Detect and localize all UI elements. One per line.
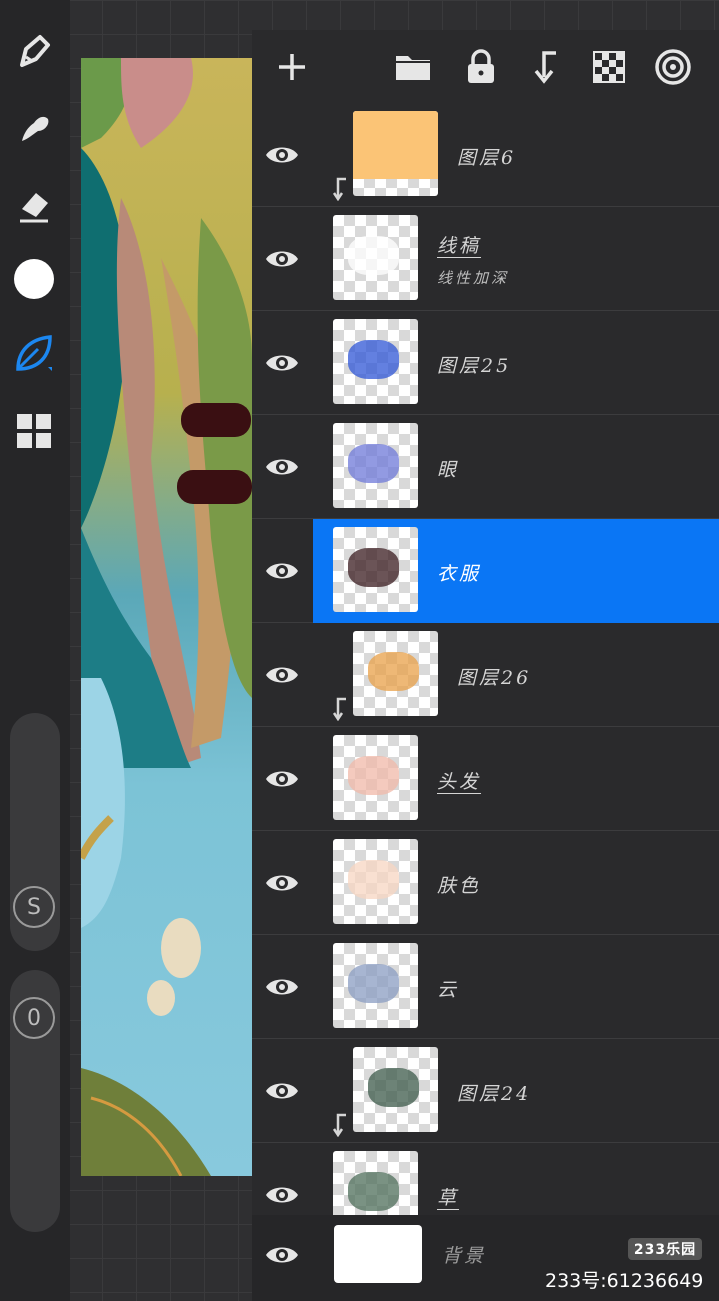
- visibility-eye-icon[interactable]: [264, 449, 300, 485]
- layer-thumbnail-content: [348, 340, 400, 379]
- merge-down-icon[interactable]: [522, 44, 568, 90]
- layer-thumbnail[interactable]: [333, 527, 418, 612]
- clipping-mask-arrow-icon: [332, 697, 346, 721]
- layer-name: 图层26: [457, 667, 532, 689]
- clipping-mask-arrow-icon: [332, 177, 346, 201]
- layer-row[interactable]: 头发: [252, 727, 719, 831]
- smudge-icon[interactable]: [11, 104, 57, 150]
- layer-thumbnail[interactable]: [333, 943, 418, 1028]
- layer-name: 草: [437, 1187, 460, 1209]
- layer-thumbnail[interactable]: [333, 423, 418, 508]
- watermark-logo: 233乐园: [628, 1238, 702, 1260]
- layer-row[interactable]: 图层24: [252, 1039, 719, 1143]
- folder-icon[interactable]: [390, 44, 436, 90]
- layer-thumbnail-content: [368, 652, 420, 691]
- visibility-eye-icon[interactable]: [264, 1177, 300, 1213]
- layer-row[interactable]: 眼: [252, 415, 719, 519]
- visibility-eye-icon[interactable]: [264, 345, 300, 381]
- layer-thumbnail-content: [368, 1068, 420, 1107]
- layer-row[interactable]: 云: [252, 935, 719, 1039]
- layer-thumbnail[interactable]: [353, 111, 438, 196]
- layer-thumbnail[interactable]: [333, 735, 418, 820]
- layer-name: 图层6: [457, 147, 517, 169]
- layer-thumbnail[interactable]: [353, 631, 438, 716]
- visibility-eye-icon[interactable]: [264, 137, 300, 173]
- background-color-swatch[interactable]: [334, 1225, 422, 1283]
- layer-thumbnail-content: [348, 964, 400, 1003]
- layer-name: 眼: [437, 459, 460, 481]
- checkerboard-icon[interactable]: [586, 44, 632, 90]
- visibility-eye-icon[interactable]: [264, 1237, 300, 1273]
- artwork-canvas[interactable]: [81, 58, 252, 1176]
- layer-thumbnail-content: [353, 111, 438, 179]
- size-knob-label: S: [27, 894, 41, 920]
- opacity-knob-label: 0: [27, 1005, 41, 1031]
- eraser-icon[interactable]: [11, 182, 57, 228]
- layer-thumbnail[interactable]: [333, 319, 418, 404]
- gallery-grid-icon[interactable]: [11, 408, 57, 454]
- layer-name: 线稿: [437, 235, 482, 257]
- layer-thumbnail[interactable]: [333, 215, 418, 300]
- layer-thumbnail-content: [348, 1172, 400, 1211]
- layer-name: 衣服: [437, 563, 482, 585]
- selection-leaf-icon[interactable]: [11, 330, 57, 376]
- layer-thumbnail-content: [348, 236, 400, 275]
- layer-thumbnail-content: [348, 756, 400, 795]
- color-swatch[interactable]: [11, 256, 57, 302]
- visibility-eye-icon[interactable]: [264, 1073, 300, 1109]
- left-toolbar: S 0: [0, 0, 70, 1301]
- layer-blend-mode: 线性加深: [437, 269, 510, 287]
- layers-panel: 图层6 线稿线性加深图层25 眼衣服图层26 头发肤色云图层24 草 背景: [252, 30, 719, 1301]
- layer-row[interactable]: 衣服: [252, 519, 719, 623]
- visibility-eye-icon[interactable]: [264, 865, 300, 901]
- layer-name: 肤色: [437, 875, 482, 897]
- brush-icon[interactable]: [11, 28, 57, 74]
- clipping-mask-arrow-icon: [332, 1113, 346, 1137]
- visibility-eye-icon[interactable]: [264, 241, 300, 277]
- layer-name: 头发: [437, 771, 482, 793]
- layer-thumbnail[interactable]: [353, 1047, 438, 1132]
- layer-thumbnail-content: [348, 860, 400, 899]
- watermark-text: 233号:61236649: [545, 1270, 704, 1292]
- visibility-eye-icon[interactable]: [264, 657, 300, 693]
- layer-thumbnail-content: [348, 548, 400, 587]
- layer-thumbnail[interactable]: [333, 839, 418, 924]
- visibility-eye-icon[interactable]: [264, 553, 300, 589]
- layer-thumbnail-content: [348, 444, 400, 483]
- layer-row[interactable]: 图层6: [252, 103, 719, 207]
- reference-target-icon[interactable]: [650, 44, 696, 90]
- size-knob[interactable]: S: [13, 886, 55, 928]
- layer-name: 云: [437, 979, 460, 1001]
- layer-row[interactable]: 肤色: [252, 831, 719, 935]
- visibility-eye-icon[interactable]: [264, 761, 300, 797]
- background-layer-name: 背景: [442, 1245, 487, 1267]
- artwork-illustration: [81, 58, 252, 1176]
- lock-icon[interactable]: [458, 44, 504, 90]
- layer-row[interactable]: 图层25: [252, 311, 719, 415]
- layer-name: 图层24: [457, 1083, 532, 1105]
- visibility-eye-icon[interactable]: [264, 969, 300, 1005]
- add-layer-icon[interactable]: [269, 44, 315, 90]
- layer-name: 图层25: [437, 355, 512, 377]
- layer-row[interactable]: 图层26: [252, 623, 719, 727]
- layers-panel-header: [252, 30, 719, 105]
- opacity-knob[interactable]: 0: [13, 997, 55, 1039]
- layer-row[interactable]: 线稿 线性加深: [252, 207, 719, 311]
